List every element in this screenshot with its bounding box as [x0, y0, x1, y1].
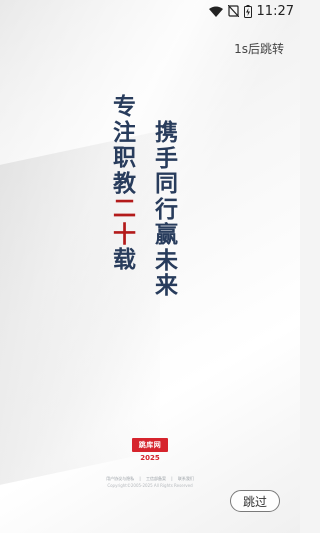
light-shadow-decoration [0, 130, 160, 490]
slogan-char: 职 [113, 144, 136, 171]
status-bar: 11:27 [0, 0, 300, 22]
slogan-char: 专 [113, 93, 136, 120]
slogan-char: 注 [113, 118, 136, 146]
slogan-char: 赢 [155, 221, 178, 248]
slogan-char-accent: 二 [113, 195, 136, 222]
footer-link-contact[interactable]: 联系我们 [178, 476, 194, 481]
footer-copyright: Copyright©2005-2025 All Rights Reserved [107, 483, 193, 488]
footer-divider: | [139, 476, 141, 481]
brand-logo-year: 2025 [140, 454, 160, 462]
no-sim-icon [227, 5, 239, 17]
brand-logo: 跳库网 2025 [132, 438, 168, 464]
status-time: 11:27 [256, 3, 294, 19]
slogan-char: 来 [155, 272, 178, 299]
brand-logo-text: 跳库网 [132, 438, 168, 452]
slogan-char: 载 [113, 246, 136, 273]
footer-divider: | [171, 476, 173, 481]
slogan-char-accent: 十 [113, 220, 136, 248]
battery-charging-icon [243, 4, 252, 18]
skip-button[interactable]: 跳过 [230, 490, 280, 512]
footer-links: 用户协议与隐私 | 工信部备案 | 联系我们 [0, 476, 300, 482]
slogan-char: 行 [155, 195, 178, 223]
wifi-icon [208, 6, 223, 17]
slogan-char: 携 [155, 119, 178, 146]
slogan-left-column: 专 注 职 教 二 十 载 [113, 94, 136, 273]
slogan-char: 教 [113, 169, 136, 197]
slogan-right-column: 携 手 同 行 赢 未 来 [155, 120, 178, 299]
slogan-char: 同 [155, 170, 178, 197]
countdown-label[interactable]: 1s后跳转 [234, 40, 284, 57]
footer-link-icp[interactable]: 工信部备案 [146, 476, 166, 481]
slogan-char: 未 [155, 246, 178, 274]
slogan-char: 手 [155, 144, 178, 172]
footer-link-privacy[interactable]: 用户协议与隐私 [106, 476, 134, 481]
